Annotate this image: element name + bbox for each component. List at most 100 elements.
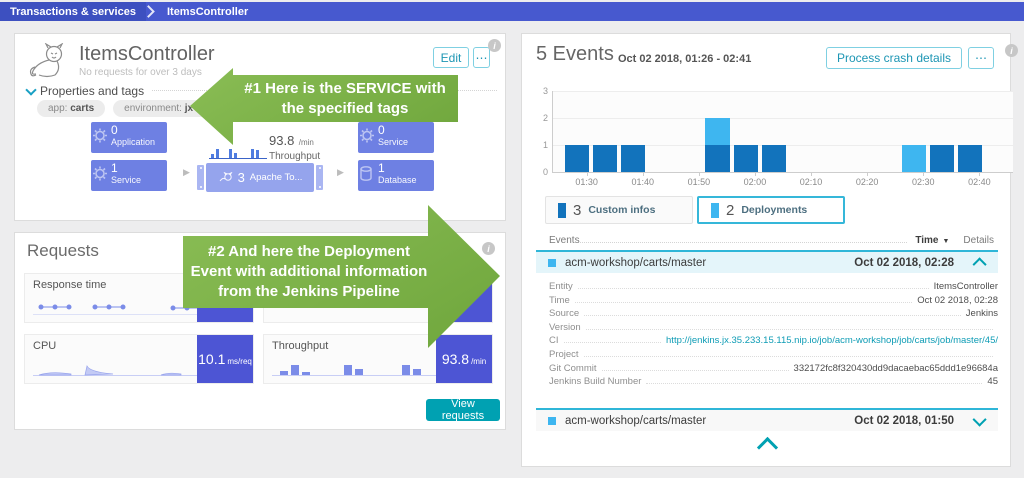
custom-info-marker-icon: [558, 203, 566, 218]
breadcrumb-item-itemscontroller[interactable]: ItemsController: [157, 2, 258, 21]
events-chart-plot: 012301:3001:4001:5002:0002:1002:2002:300…: [552, 91, 1013, 173]
chevron-down-icon: [25, 84, 36, 95]
x-axis-label: 01:50: [684, 177, 714, 187]
tile-unit: /min: [471, 357, 486, 366]
deployment-marker-icon: [548, 417, 556, 425]
service-subtitle: No requests for over 3 days: [79, 67, 202, 78]
tab-count: 2: [726, 202, 734, 219]
flow-label: Service: [111, 175, 161, 185]
y-axis-label: 3: [536, 86, 548, 96]
view-requests-button[interactable]: View requests: [426, 399, 500, 421]
event-time: Oct 02 2018, 01:50: [854, 415, 954, 427]
event-details: EntityItemsController TimeOct 02 2018, 0…: [549, 281, 998, 390]
service-title: ItemsController: [79, 43, 215, 66]
flow-count: 0: [111, 124, 161, 137]
tile-label: Throughput: [272, 340, 328, 352]
detail-value: Oct 02 2018, 02:28: [917, 295, 998, 306]
breadcrumb-item-transactions[interactable]: Transactions & services: [0, 2, 146, 21]
detail-label: Source: [549, 308, 579, 319]
service-more-button[interactable]: ⋯: [473, 47, 490, 68]
event-bar-custom_info[interactable]: [930, 145, 954, 172]
detail-label: Version: [549, 322, 581, 333]
flow-count: 3: [238, 170, 245, 185]
events-column-header[interactable]: Events: [549, 235, 580, 246]
event-bar-custom_info[interactable]: [762, 145, 786, 172]
event-bar-custom_info[interactable]: [621, 145, 645, 172]
event-bar-custom_info[interactable]: [593, 145, 617, 172]
flow-box-applications[interactable]: 0 Application: [91, 122, 167, 153]
chevron-down-icon[interactable]: [973, 412, 987, 426]
y-axis-label: 2: [536, 113, 548, 123]
database-icon: [359, 165, 373, 186]
tile-cpu[interactable]: CPU 10.1 ms/req: [24, 334, 254, 384]
detail-label: Git Commit: [549, 363, 597, 374]
properties-label[interactable]: Properties and tags: [40, 84, 144, 98]
throughput-value: 93.8: [269, 133, 294, 148]
flow-throughput-sparkline: [209, 140, 267, 160]
tile-label: Response time: [33, 279, 106, 291]
flow-box-apache-tomcat[interactable]: 3 Apache To...: [206, 163, 314, 192]
throughput-unit: /min: [299, 138, 314, 147]
detail-label: Project: [549, 349, 579, 360]
events-time-range: Oct 02 2018, 01:26 - 02:41: [618, 53, 751, 65]
tag-key: app:: [48, 103, 67, 114]
flow-throughput: 93.8 /min Throughput: [269, 132, 320, 162]
annotation-text: from the Jenkins Pipeline: [189, 282, 429, 302]
tile-unit: ms/req: [227, 357, 251, 366]
event-bar-custom_info[interactable]: [958, 145, 982, 172]
flow-count: 1: [111, 162, 161, 175]
tab-label: Custom infos: [588, 204, 655, 216]
tab-custom-infos[interactable]: 3 Custom infos: [545, 196, 693, 224]
ci-link[interactable]: http://jenkins.jx.35.233.15.115.nip.io/j…: [666, 335, 998, 346]
tile-value: 93.8: [442, 351, 469, 367]
detail-label: CI: [549, 335, 559, 346]
x-axis-label: 02:00: [740, 177, 770, 187]
event-row-deployment-0228[interactable]: acm-workshop/carts/master Oct 02 2018, 0…: [536, 250, 998, 273]
y-axis-label: 0: [536, 167, 548, 177]
x-axis-label: 02:40: [964, 177, 994, 187]
gear-icon: [359, 127, 375, 148]
x-axis-label: 01:30: [572, 177, 602, 187]
sort-caret-icon[interactable]: ▼: [942, 238, 949, 245]
service-info-icon[interactable]: i: [488, 39, 501, 52]
event-name: acm-workshop/carts/master: [565, 415, 706, 427]
chevron-up-icon[interactable]: [973, 257, 987, 271]
detail-label: Entity: [549, 281, 573, 292]
tomcat-cat-icon: [27, 43, 69, 79]
flow-box-services-left[interactable]: 1 Service: [91, 160, 167, 191]
tab-label: Deployments: [741, 204, 807, 216]
event-bar-custom_info[interactable]: [734, 145, 758, 172]
event-bar-deployment[interactable]: [705, 118, 729, 145]
process-crash-details-button[interactable]: Process crash details: [826, 47, 962, 69]
event-bar-custom_info[interactable]: [565, 145, 589, 172]
service-card: ItemsController No requests for over 3 d…: [14, 33, 506, 221]
tile-label: CPU: [33, 340, 56, 352]
annotation-text: #2 And here the Deployment: [189, 242, 429, 262]
tomcat-mini-icon: [218, 172, 233, 183]
flow-box-services-right[interactable]: 0 Service: [358, 122, 434, 153]
breadcrumb: Transactions & services ItemsController: [0, 2, 1024, 21]
requests-info-icon[interactable]: i: [482, 242, 495, 255]
flow-label: Database: [378, 175, 428, 185]
event-bar-deployment[interactable]: [902, 145, 926, 172]
event-row-deployment-0150[interactable]: acm-workshop/carts/master Oct 02 2018, 0…: [536, 408, 998, 431]
events-more-button[interactable]: ⋯: [968, 47, 994, 69]
flow-handle-right: [316, 165, 323, 190]
events-info-icon[interactable]: i: [1005, 44, 1018, 57]
tag-app[interactable]: app: carts: [37, 100, 105, 117]
gear-icon: [92, 127, 108, 148]
tab-deployments[interactable]: 2 Deployments: [697, 196, 845, 224]
collapse-panel-chevron-icon[interactable]: [757, 437, 778, 458]
edit-button[interactable]: Edit: [433, 47, 469, 68]
event-name: acm-workshop/carts/master: [565, 257, 706, 269]
details-column-header: Details: [963, 235, 994, 246]
detail-label: Jenkins Build Number: [549, 376, 641, 387]
events-table-header: Events Time ▼ Details: [549, 235, 994, 246]
flow-box-databases[interactable]: 1 Database: [358, 160, 434, 191]
tile-throughput[interactable]: Throughput 93.8 /min: [263, 334, 493, 384]
event-bar-custom_info[interactable]: [705, 145, 729, 172]
time-column-header[interactable]: Time: [915, 235, 938, 246]
x-axis-label: 02:10: [796, 177, 826, 187]
tag-value: carts: [70, 103, 94, 114]
x-axis-label: 01:40: [628, 177, 658, 187]
